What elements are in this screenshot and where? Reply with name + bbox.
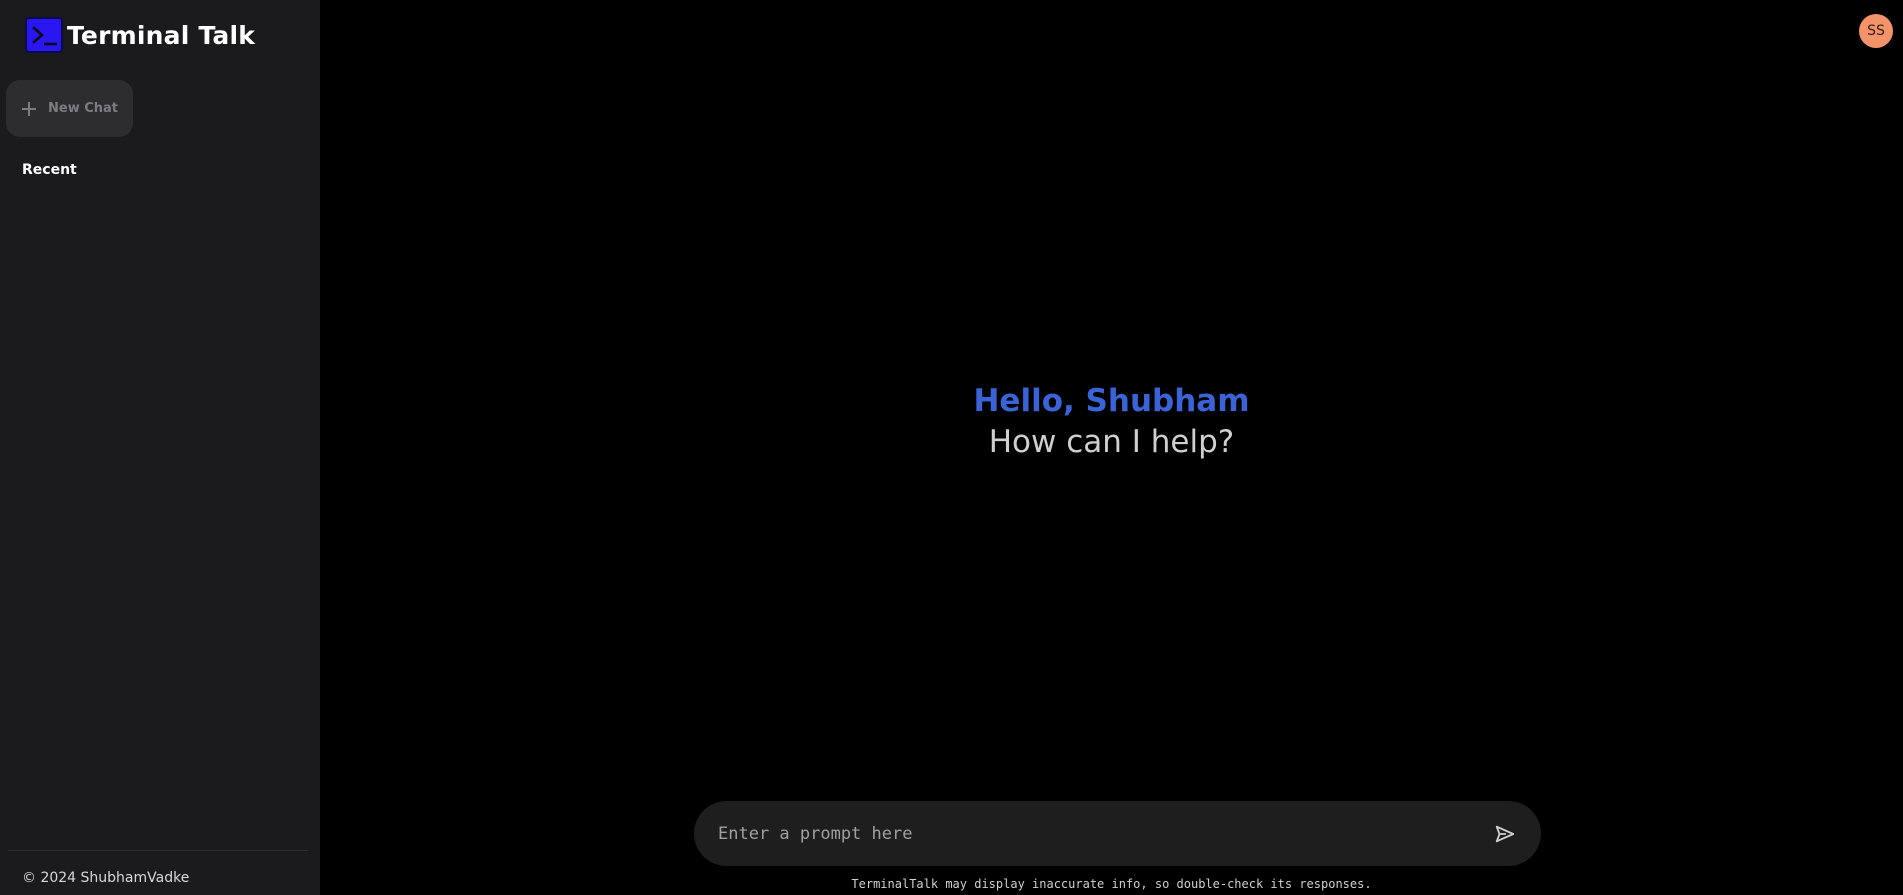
main-area: SS Hello, Shubham How can I help? Termin… [320,0,1903,895]
new-chat-button[interactable]: New Chat [6,80,133,137]
app-root: Terminal Talk New Chat Recent © 2024 Shu… [0,0,1903,895]
avatar[interactable]: SS [1859,14,1893,48]
greeting-hello: Hello, Shubham [973,383,1250,419]
greeting: Hello, Shubham How can I help? [320,381,1903,463]
brand[interactable]: Terminal Talk [25,17,255,53]
recent-heading: Recent [22,162,77,178]
sidebar: Terminal Talk New Chat Recent © 2024 Shu… [0,0,320,895]
prompt-bar [694,801,1541,866]
greeting-prompt: How can I help? [988,424,1235,460]
plus-icon [22,101,36,116]
terminal-icon [25,17,63,53]
copyright-footer: © 2024 ShubhamVadke [22,870,190,886]
sidebar-divider [8,850,308,851]
disclaimer: TerminalTalk may display inaccurate info… [851,877,1372,891]
prompt-input[interactable] [718,823,1493,844]
send-icon [1495,825,1515,842]
app-name: Terminal Talk [67,20,256,50]
send-button[interactable] [1493,822,1517,846]
new-chat-label: New Chat [48,101,119,116]
